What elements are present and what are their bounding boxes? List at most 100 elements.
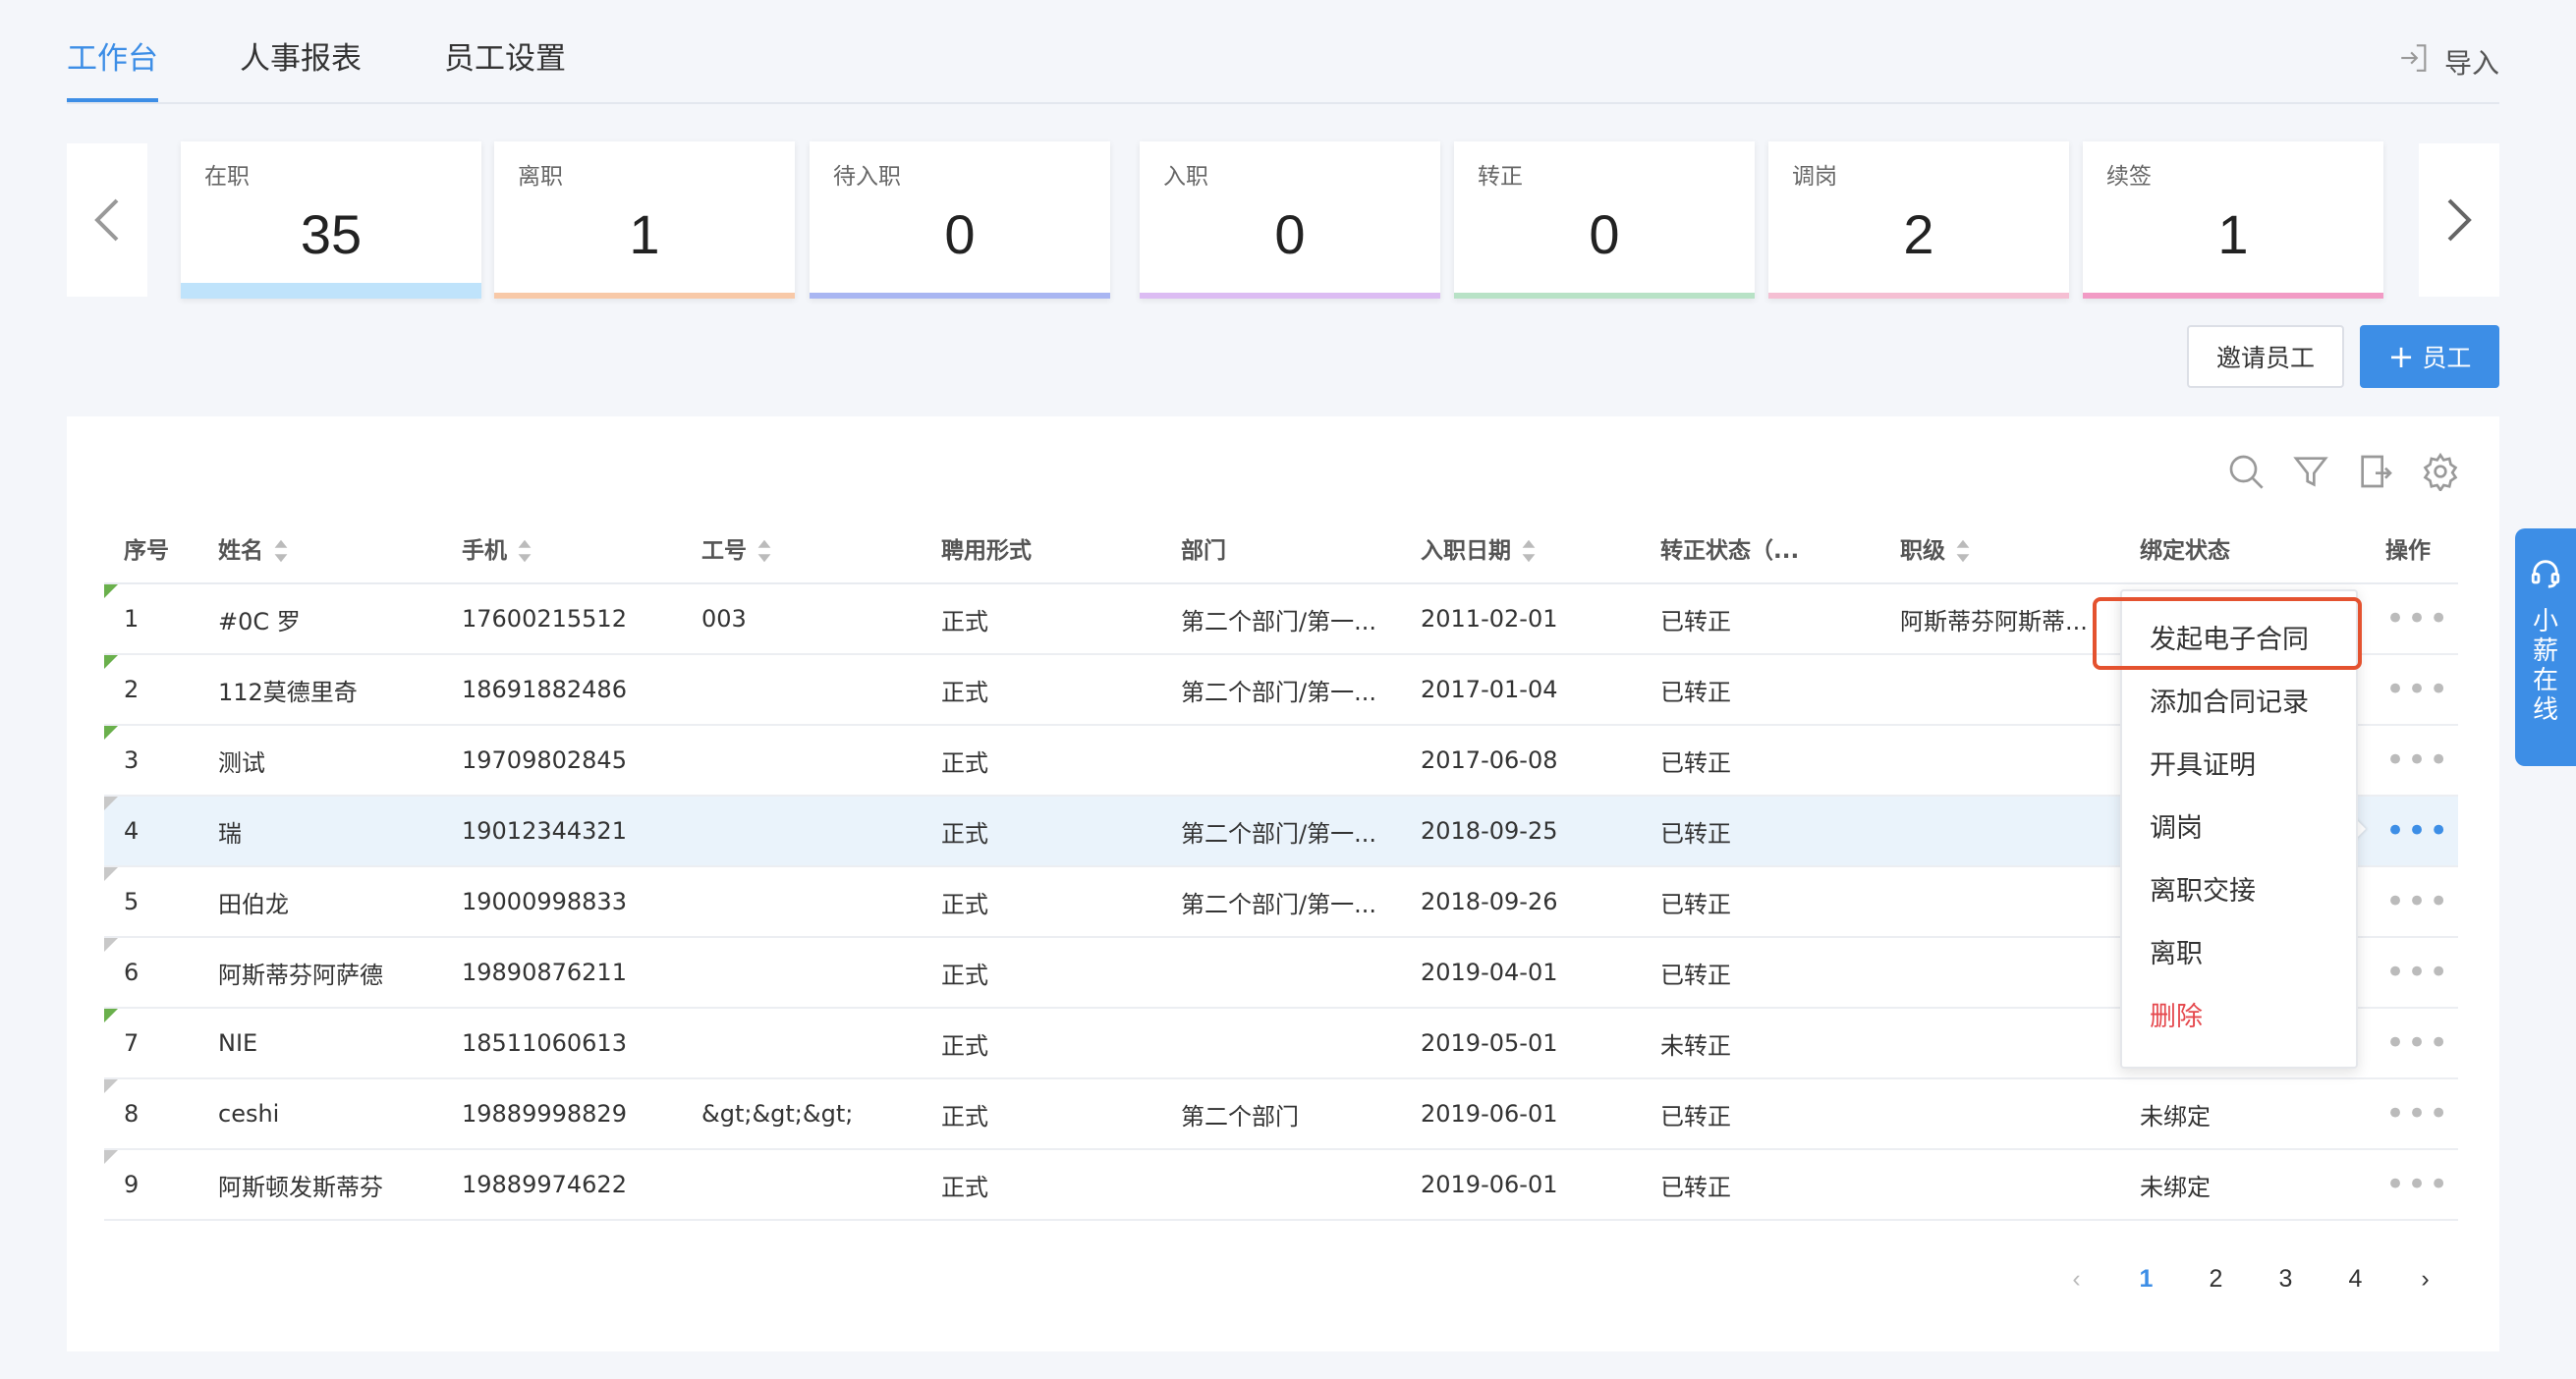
table-row[interactable]: 6 阿斯蒂芬阿萨德 19890876211 正式 2019-04-01 已转正 ••• [104, 937, 2458, 1009]
employee-id-cell [682, 725, 922, 797]
hire-date-cell: 2017-01-04 [1401, 654, 1641, 726]
stat-card[interactable]: 转正 0 [1454, 141, 1755, 299]
stat-card[interactable]: 在职 35 [181, 141, 481, 299]
col-header-employee-id[interactable]: 工号 [682, 513, 922, 584]
search-icon[interactable] [2226, 452, 2266, 491]
tab-employee-settings[interactable]: 员工设置 [444, 37, 566, 102]
settings-gear-icon[interactable] [2421, 452, 2460, 493]
page-2[interactable]: 2 [2181, 1265, 2251, 1294]
stat-card[interactable]: 续签 1 [2083, 141, 2383, 299]
tab-hr-reports[interactable]: 人事报表 [240, 37, 362, 102]
menu-item-transfer[interactable]: 调岗 [2122, 800, 2356, 858]
page-4[interactable]: 4 [2321, 1265, 2390, 1294]
phone-number-cell: 19000998833 [442, 866, 682, 938]
filter-icon[interactable] [2291, 452, 2330, 491]
table-row[interactable]: 5 田伯龙 19000998833 正式 第二个部门/第一... 2018-09-26 已转… [104, 866, 2458, 938]
job-level-cell [1880, 725, 2120, 797]
stat-label: 待入职 [833, 164, 901, 190]
stat-label: 入职 [1163, 164, 1208, 190]
import-button[interactable]: 导入 [2397, 41, 2499, 82]
table-row[interactable]: 4 瑞 19012344321 正式 第二个部门/第一... 2018-09-25 已转正 •… [104, 796, 2458, 867]
carousel-next-button[interactable] [2419, 143, 2499, 297]
department-cell: 第二个部门/第一... [1161, 654, 1401, 726]
stat-card[interactable]: 入职 0 [1140, 141, 1440, 299]
more-actions-icon[interactable]: ••• [2385, 953, 2450, 992]
employment-type: 正式 [941, 1173, 988, 1201]
add-employee-button[interactable]: + 员工 [2360, 325, 2499, 388]
stat-card[interactable]: 待入职 0 [810, 141, 1110, 299]
employee-id-cell [682, 1008, 922, 1079]
employee-name: ceshi [218, 1100, 280, 1128]
employee-id: 003 [701, 605, 747, 633]
bind-status-cell: 未绑定 [2120, 1078, 2366, 1150]
export-icon[interactable] [2356, 452, 2395, 491]
more-actions-icon[interactable]: ••• [2385, 741, 2450, 780]
tab-workbench[interactable]: 工作台 [67, 37, 158, 102]
menu-item-issue-certificate[interactable]: 开具证明 [2122, 737, 2356, 796]
more-actions-icon[interactable]: ••• [2385, 599, 2450, 638]
phone-number-cell: 18511060613 [442, 1008, 682, 1079]
pagination: ‹ 1 2 3 4 › [2042, 1265, 2460, 1294]
regularization-status-cell: 已转正 [1641, 725, 1880, 797]
col-header-actions: 操作 [2366, 513, 2458, 584]
hire-date: 2017-06-08 [1421, 746, 1558, 774]
regularization-status: 已转正 [1660, 890, 1731, 918]
more-actions-icon[interactable]: ••• [2385, 670, 2450, 709]
stat-card[interactable]: 调岗 2 [1768, 141, 2069, 299]
table-row[interactable]: 7 NIE 18511060613 正式 2019-05-01 未转正 ••• [104, 1008, 2458, 1079]
more-actions-icon[interactable]: ••• [2385, 882, 2450, 921]
actions-cell: ••• [2366, 1149, 2458, 1221]
col-header-regularization-status: 转正状态（... [1641, 513, 1880, 584]
employee-name: 阿斯顿发斯蒂芬 [218, 1173, 383, 1201]
more-actions-icon[interactable]: ••• [2385, 1094, 2450, 1133]
more-actions-icon[interactable]: ••• [2385, 1165, 2450, 1204]
menu-item-start-e-contract[interactable]: 发起电子合同 [2122, 611, 2356, 670]
actions-cell: ••• [2366, 725, 2458, 797]
hire-date-cell: 2018-09-26 [1401, 866, 1641, 938]
employee-name-cell: 田伯龙 [198, 866, 442, 938]
menu-item-delete[interactable]: 删除 [2122, 988, 2356, 1047]
carousel-prev-button[interactable] [67, 143, 147, 297]
sort-icon [757, 539, 771, 563]
row-number: 6 [124, 959, 140, 986]
prev-page-button[interactable]: ‹ [2042, 1265, 2111, 1294]
next-page-button[interactable]: › [2390, 1265, 2460, 1294]
table-row[interactable]: 3 测试 19709802845 正式 2017-06-08 已转正 ••• [104, 725, 2458, 797]
row-number: 7 [124, 1029, 140, 1057]
menu-item-resign[interactable]: 离职 [2122, 925, 2356, 984]
table-row[interactable]: 9 阿斯顿发斯蒂芬 19889974622 正式 2019-06-01 已转正 未绑定 ••• [104, 1149, 2458, 1221]
page-1[interactable]: 1 [2111, 1265, 2181, 1294]
bind-status: 未绑定 [2140, 1102, 2211, 1131]
regularization-status-cell: 已转正 [1641, 1078, 1880, 1150]
table-row[interactable]: 1 #0C 罗 17600215512 003 正式 第二个部门/第一... 2011-02… [104, 583, 2458, 655]
page-3[interactable]: 3 [2251, 1265, 2321, 1294]
col-header-name[interactable]: 姓名 [198, 513, 442, 584]
col-header-hire-date[interactable]: 入职日期 [1401, 513, 1641, 584]
job-level: 阿斯蒂芬阿斯蒂... [1900, 607, 2088, 635]
invite-employee-button[interactable]: 邀请员工 [2187, 325, 2344, 388]
phone-number-cell: 19889998829 [442, 1078, 682, 1150]
table-row[interactable]: 2 112莫德里奇 18691882486 正式 第二个部门/第一... 2017-01-… [104, 654, 2458, 726]
more-actions-icon[interactable]: ••• [2385, 1023, 2450, 1063]
headset-icon [2531, 560, 2560, 588]
phone-number: 19709802845 [462, 746, 627, 774]
department: 第二个部门/第一... [1181, 678, 1376, 706]
col-header-phone[interactable]: 手机 [442, 513, 682, 584]
employment-type: 正式 [941, 961, 988, 989]
phone-number: 18511060613 [462, 1029, 627, 1057]
row-number-cell: 3 [104, 725, 198, 797]
menu-item-add-contract-record[interactable]: 添加合同记录 [2122, 674, 2356, 733]
row-number: 4 [124, 817, 140, 845]
online-support-widget[interactable]: 小薪在线 [2515, 528, 2576, 766]
more-actions-icon[interactable]: ••• [2385, 811, 2450, 851]
department-cell [1161, 1008, 1401, 1079]
employee-table: 序号 姓名 手机 工号 聘用形式 部门 入职日期 转正状态（... 职级 绑定状… [104, 513, 2458, 1221]
hire-date: 2017-01-04 [1421, 676, 1558, 703]
employee-id: &gt;&gt;&gt; [701, 1100, 854, 1128]
table-row[interactable]: 8 ceshi 19889998829 &gt;&gt;&gt; 正式 第二个部门 2019… [104, 1078, 2458, 1150]
col-header-level[interactable]: 职级 [1880, 513, 2120, 584]
menu-item-resignation-handover[interactable]: 离职交接 [2122, 862, 2356, 921]
regularization-status-cell: 未转正 [1641, 1008, 1880, 1079]
stat-card[interactable]: 离职 1 [494, 141, 795, 299]
employment-type-cell: 正式 [922, 725, 1161, 797]
